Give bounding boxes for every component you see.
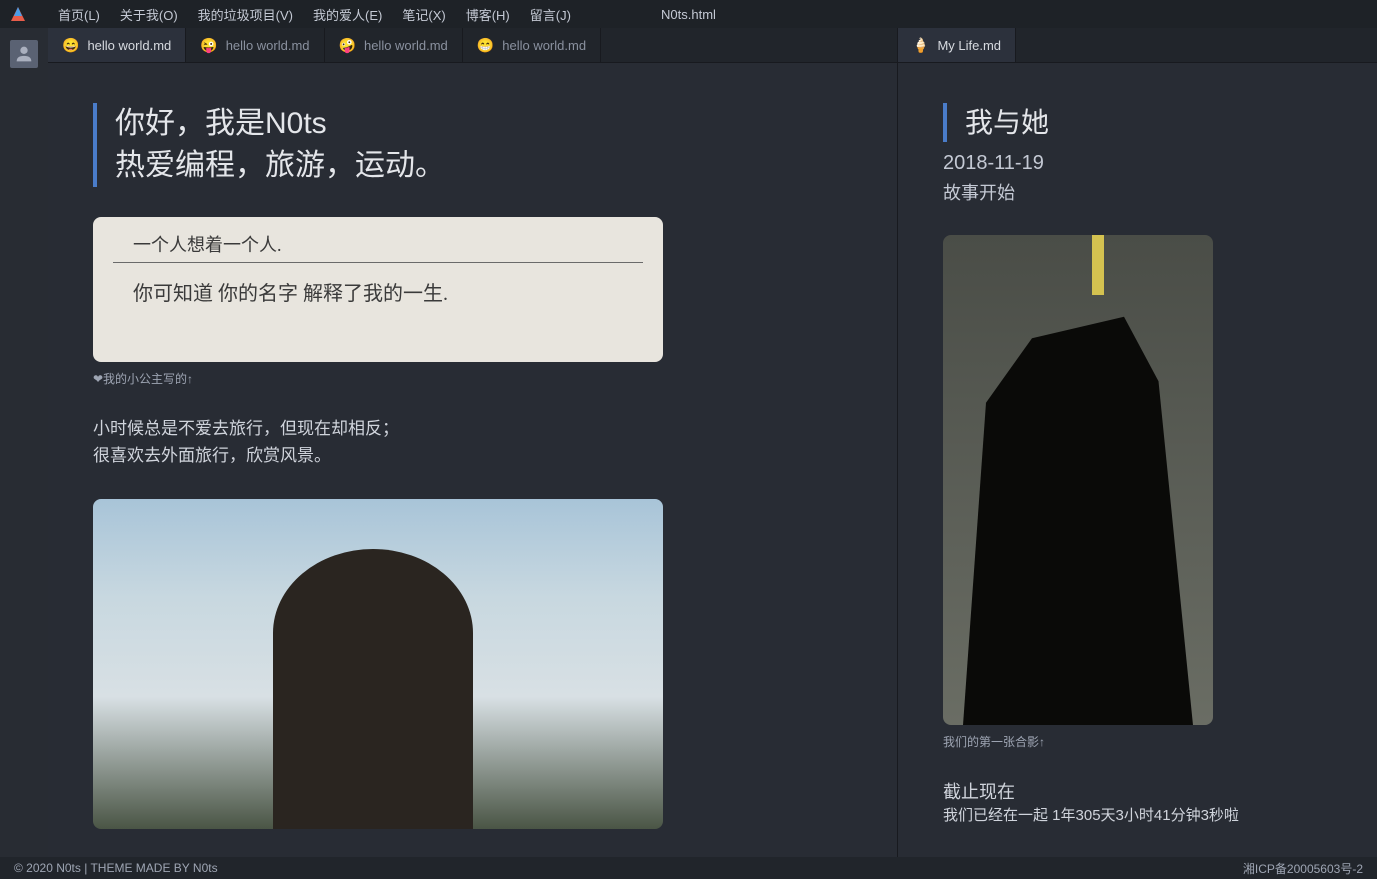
menu-about[interactable]: 关于我(O) — [110, 5, 188, 24]
menu-blog[interactable]: 博客(H) — [456, 5, 520, 24]
story-subtitle: 故事开始 — [943, 179, 1332, 205]
travel-line1: 小时候总是不爱去旅行，但现在却相反； — [93, 415, 852, 442]
main-heading: 你好，我是N0ts 热爱编程，旅游，运动。 — [93, 103, 852, 187]
tab-hello-1[interactable]: 😄 hello world.md — [48, 28, 186, 62]
heading-line2: 热爱编程，旅游，运动。 — [115, 145, 852, 187]
note-text-1: 一个人想着一个人. — [133, 231, 282, 257]
status-bar: © 2020 N0ts | THEME MADE BY N0ts 湘ICP备20… — [0, 857, 1377, 879]
photo-caption: 我们的第一张合影↑ — [943, 733, 1332, 750]
content-area: 😄 hello world.md 😜 hello world.md 🤪 hell… — [48, 28, 1377, 857]
activity-bar — [0, 28, 48, 857]
footer-copyright: © 2020 N0ts | THEME MADE BY N0ts — [14, 861, 218, 875]
note-caption: ❤我的小公主写的↑ — [93, 370, 852, 387]
heading-line1: 你好，我是N0ts — [115, 103, 852, 145]
person-silhouette — [273, 549, 473, 829]
tab-hello-2[interactable]: 😜 hello world.md — [186, 28, 324, 62]
menu-comments[interactable]: 留言(J) — [520, 5, 581, 24]
right-article: 我与她 2018-11-19 故事开始 我们的第一张合影↑ 截止现在 我们已经在… — [898, 63, 1377, 857]
menu-lover[interactable]: 我的爱人(E) — [303, 5, 392, 24]
right-heading-text: 我与她 — [965, 103, 1332, 142]
emoji-icon: 😜 — [200, 37, 217, 54]
emoji-icon: 🤪 — [339, 37, 356, 54]
menu-projects[interactable]: 我的垃圾项目(V) — [188, 5, 303, 24]
menubar: 首页(L) 关于我(O) 我的垃圾项目(V) 我的爱人(E) 笔记(X) 博客(… — [0, 0, 1377, 28]
tab-hello-4[interactable]: 😁 hello world.md — [463, 28, 601, 62]
shadow-photo — [943, 235, 1213, 725]
menu-home[interactable]: 首页(L) — [48, 5, 110, 24]
left-tabs: 😄 hello world.md 😜 hello world.md 🤪 hell… — [48, 28, 897, 63]
story-date: 2018-11-19 — [943, 152, 1332, 175]
tab-mylife[interactable]: 🍦 My Life.md — [898, 28, 1016, 62]
road-line — [1092, 235, 1104, 295]
right-tabs: 🍦 My Life.md — [898, 28, 1377, 63]
tab-label: hello world.md — [502, 38, 586, 53]
right-panel: 🍦 My Life.md 我与她 2018-11-19 故事开始 我们的第一张合… — [897, 28, 1377, 857]
shadow-silhouette — [963, 295, 1193, 725]
tab-label: My Life.md — [937, 38, 1001, 53]
left-article: 你好，我是N0ts 热爱编程，旅游，运动。 一个人想着一个人. 你可知道 你的名… — [48, 63, 897, 857]
handwritten-note-image: 一个人想着一个人. 你可知道 你的名字 解释了我的一生. — [93, 217, 663, 362]
waterfall-photo — [93, 499, 663, 829]
left-panel: 😄 hello world.md 😜 hello world.md 🤪 hell… — [48, 28, 897, 857]
tab-hello-3[interactable]: 🤪 hello world.md — [325, 28, 463, 62]
menu-notes[interactable]: 笔记(X) — [392, 5, 455, 24]
note-text-2: 你可知道 你的名字 解释了我的一生. — [133, 277, 448, 306]
emoji-icon: 😁 — [477, 37, 494, 54]
right-heading: 我与她 — [943, 103, 1332, 142]
emoji-icon: 🍦 — [912, 37, 929, 54]
tab-label: hello world.md — [87, 38, 171, 53]
tab-label: hello world.md — [364, 38, 448, 53]
window-title: N0ts.html — [661, 7, 716, 22]
tab-label: hello world.md — [226, 38, 310, 53]
travel-line2: 很喜欢去外面旅行，欣赏风景。 — [93, 442, 852, 469]
travel-paragraph: 小时候总是不爱去旅行，但现在却相反； 很喜欢去外面旅行，欣赏风景。 — [93, 415, 852, 469]
countdown-text: 我们已经在一起 1年305天3小时41分钟3秒啦 — [943, 804, 1332, 825]
logo-icon — [8, 4, 28, 24]
avatar-icon[interactable] — [10, 40, 38, 68]
footer-icp[interactable]: 湘ICP备20005603号-2 — [1243, 860, 1363, 877]
countdown-label: 截止现在 — [943, 778, 1332, 804]
emoji-icon: 😄 — [62, 37, 79, 54]
